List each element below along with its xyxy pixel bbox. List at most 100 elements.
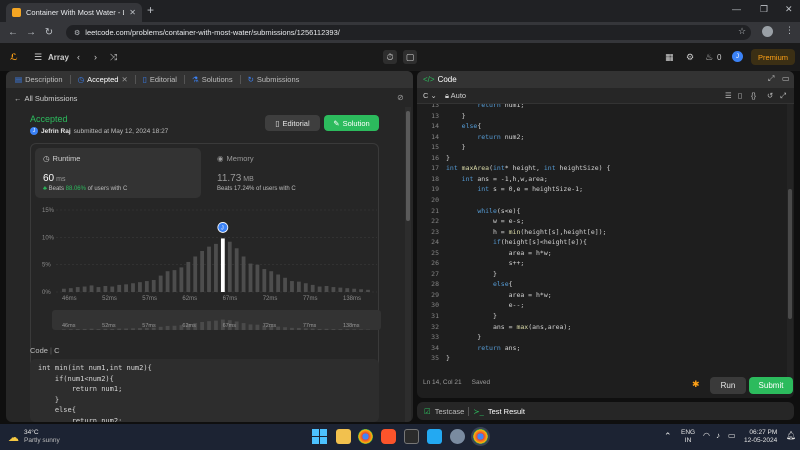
prev-problem-icon[interactable]: ‹	[77, 50, 80, 64]
memory-chip-icon: ◉	[217, 154, 224, 163]
code-line: }	[446, 333, 482, 342]
code-line: area = h*w;	[446, 248, 552, 257]
submitter-name[interactable]: Jefrin Raj	[41, 128, 71, 135]
minimize-icon[interactable]: —	[732, 4, 741, 14]
overview-tick-label: 57ms	[142, 323, 156, 329]
profile-icon[interactable]	[762, 26, 773, 37]
editorial-button[interactable]: ▯ Editorial	[265, 115, 320, 131]
apps-grid-icon[interactable]: ▦	[665, 50, 674, 64]
overview-bar	[276, 326, 281, 330]
premium-button[interactable]: Premium	[751, 49, 795, 65]
new-tab-icon[interactable]: +	[147, 3, 154, 17]
wifi-icon[interactable]: ◠	[703, 431, 710, 440]
code-editor[interactable]: 13 return num1; 13 } 14 else{14 return num…	[417, 104, 794, 380]
chart-bar	[296, 281, 301, 292]
fullscreen-icon[interactable]: ⤢	[780, 91, 786, 101]
clock[interactable]: 06:27 PM 12-05-2024	[744, 429, 777, 445]
shuffle-icon[interactable]: ⤨	[110, 50, 117, 64]
language-select[interactable]: C ⌄	[423, 91, 437, 100]
chart-bar	[144, 281, 149, 292]
close-window-icon[interactable]: ✕	[785, 4, 793, 15]
problem-list-label[interactable]: Array	[48, 50, 69, 64]
brave-icon[interactable]	[381, 429, 396, 444]
line-number: 27	[431, 269, 439, 278]
runtime-beats: ♣ Beats 88.06% of users with C	[43, 186, 127, 192]
bookmark-icon[interactable]: ▯	[738, 91, 742, 100]
notification-bell-icon[interactable]: 🔔︎	[786, 431, 796, 440]
close-tab-icon[interactable]: ✕	[129, 8, 136, 17]
leetcode-navbar: ℒ ☰ Array ‹ › ⤨ ⏱ ▢ ▦ ⚙ ♨ 0 J Premium	[0, 43, 800, 71]
tab-submissions[interactable]: ↻ Submissions	[245, 75, 303, 84]
windows-start-icon[interactable]	[312, 429, 327, 444]
memory-card[interactable]: ◉ Memory 11.73 MB Beats 17.24% of users wi…	[209, 148, 375, 198]
tray-chevron-icon[interactable]: ⌃	[664, 431, 672, 442]
bookmark-star-icon[interactable]: ☆	[738, 26, 746, 37]
settings-app-icon[interactable]	[450, 429, 465, 444]
tab-accepted[interactable]: ◷ Accepted ✕	[75, 75, 131, 84]
expand-icon[interactable]: ⤢	[768, 74, 774, 84]
user-avatar[interactable]: J	[732, 51, 743, 62]
chart-bar	[359, 289, 363, 292]
leetcode-logo-icon[interactable]: ℒ	[10, 50, 18, 64]
volume-icon[interactable]: ♪	[716, 431, 720, 440]
close-tab-accepted-icon[interactable]: ✕	[121, 75, 127, 84]
autocomplete-toggle[interactable]: 🔒︎ Auto	[445, 91, 466, 101]
problem-list-icon[interactable]: ☰	[34, 50, 42, 64]
timer-icon[interactable]: ⏱	[383, 50, 397, 64]
code-line: int ans = -1,h,w,area;	[461, 174, 548, 183]
line-number: 22	[431, 217, 439, 226]
chrome-icon[interactable]	[358, 429, 373, 444]
testcase-tab[interactable]: Testcase	[435, 407, 465, 416]
settings-gear-icon[interactable]: ⚙	[686, 50, 694, 64]
overview-tick-label: 67ms	[223, 323, 237, 329]
share-link-icon[interactable]: ⊘	[397, 93, 404, 102]
chart-bar	[124, 284, 129, 292]
vscode-icon[interactable]	[427, 429, 442, 444]
solutions-icon: ⚗	[191, 75, 199, 84]
chrome-active-icon[interactable]	[473, 429, 488, 444]
line-number: 13	[431, 111, 439, 120]
debug-icon[interactable]: ✱	[692, 379, 700, 390]
run-button[interactable]: Run	[710, 377, 746, 394]
forward-icon[interactable]: →	[22, 27, 40, 38]
runtime-value-row: 60 ms	[43, 173, 65, 184]
chart-bar	[75, 287, 80, 292]
browser-menu-icon[interactable]: ⋮	[785, 25, 794, 36]
chart-bar	[283, 277, 287, 292]
format-icon[interactable]: ☰	[725, 91, 732, 100]
tab-solutions[interactable]: ⚗ Solutions	[189, 75, 236, 84]
weather-widget[interactable]: ☁ 34°C Partly sunny	[8, 429, 60, 445]
runtime-card[interactable]: ◷ Runtime 60 ms ♣ Beats 88.06% of users wi…	[35, 148, 201, 198]
url-field[interactable]: ⚙ leetcode.com/problems/container-with-m…	[66, 25, 751, 40]
reload-icon[interactable]: ↻	[40, 27, 58, 38]
test-result-tab[interactable]: Test Result	[488, 407, 525, 416]
all-submissions-link[interactable]: ← All Submissions	[14, 94, 77, 103]
braces-icon[interactable]: {}	[751, 91, 756, 100]
language-indicator[interactable]: ENG IN	[681, 429, 695, 445]
file-explorer-icon[interactable]	[336, 429, 351, 444]
chart-bar	[331, 287, 336, 292]
reset-icon[interactable]: ↺	[767, 91, 773, 100]
tab-description[interactable]: ▤ Description	[12, 75, 66, 84]
notepad-icon[interactable]	[404, 429, 419, 444]
left-scrollbar-thumb[interactable]	[406, 111, 410, 221]
tab-editorial[interactable]: ▯ Editorial	[140, 75, 180, 84]
notes-icon[interactable]: ▢	[403, 50, 417, 64]
site-info-icon[interactable]: ⚙	[74, 29, 80, 37]
browser-tab[interactable]: Container With Most Water - Le ✕	[6, 3, 142, 22]
chart-bar	[82, 286, 87, 292]
runtime-beats-prefix: Beats	[48, 186, 64, 192]
chart-bar	[276, 274, 281, 292]
submit-button[interactable]: Submit	[749, 377, 793, 394]
battery-icon[interactable]: ▭	[728, 431, 736, 440]
overview-bar	[165, 325, 170, 330]
collapse-icon[interactable]: ▭	[782, 74, 790, 83]
overview-bar	[352, 329, 357, 330]
next-problem-icon[interactable]: ›	[94, 50, 97, 64]
language-label: C	[423, 91, 429, 100]
editor-scrollbar-thumb[interactable]	[788, 189, 792, 319]
line-number: 33	[431, 333, 439, 342]
solution-button[interactable]: ✎ Solution	[324, 115, 379, 131]
maximize-icon[interactable]: ❐	[760, 4, 768, 15]
back-icon[interactable]: ←	[4, 27, 22, 38]
